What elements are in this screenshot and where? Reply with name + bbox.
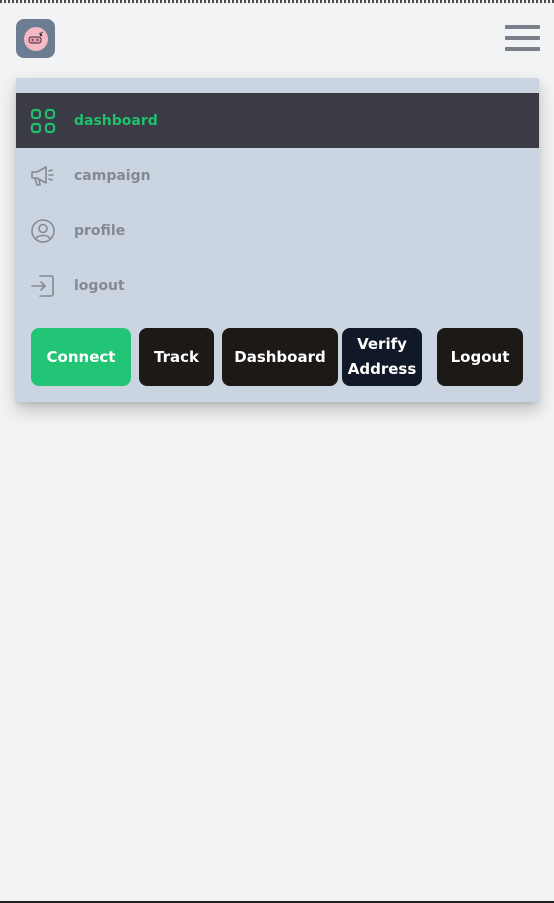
connect-button[interactable]: Connect	[31, 328, 131, 386]
hamburger-menu-button[interactable]	[505, 25, 540, 51]
pig-face-logo-icon	[23, 26, 48, 51]
hamburger-bar	[505, 25, 540, 29]
hamburger-bar	[505, 36, 540, 40]
logout-button[interactable]: Logout	[437, 328, 523, 386]
menu-item-profile[interactable]: profile	[16, 203, 539, 258]
megaphone-icon	[30, 163, 56, 189]
top-border	[0, 0, 554, 3]
logout-icon	[30, 273, 56, 299]
menu-item-label: profile	[74, 222, 126, 239]
menu-item-label: dashboard	[74, 112, 158, 129]
user-circle-icon	[30, 218, 56, 244]
menu-item-label: logout	[74, 277, 125, 294]
menu-item-label: campaign	[74, 167, 151, 184]
app-logo[interactable]	[16, 19, 55, 58]
menu-item-campaign[interactable]: campaign	[16, 148, 539, 203]
dashboard-button[interactable]: Dashboard	[222, 328, 338, 386]
track-button[interactable]: Track	[139, 328, 214, 386]
menu-item-logout[interactable]: logout	[16, 258, 539, 313]
verify-address-label: Verify Address	[347, 335, 417, 378]
grid-icon	[30, 108, 56, 134]
hamburger-bar	[505, 47, 540, 51]
menu-item-dashboard[interactable]: dashboard	[16, 93, 539, 148]
verify-address-button[interactable]: Verify Address	[342, 328, 422, 386]
dropdown-menu-panel: dashboard campaign profile logout Connec…	[16, 78, 539, 402]
